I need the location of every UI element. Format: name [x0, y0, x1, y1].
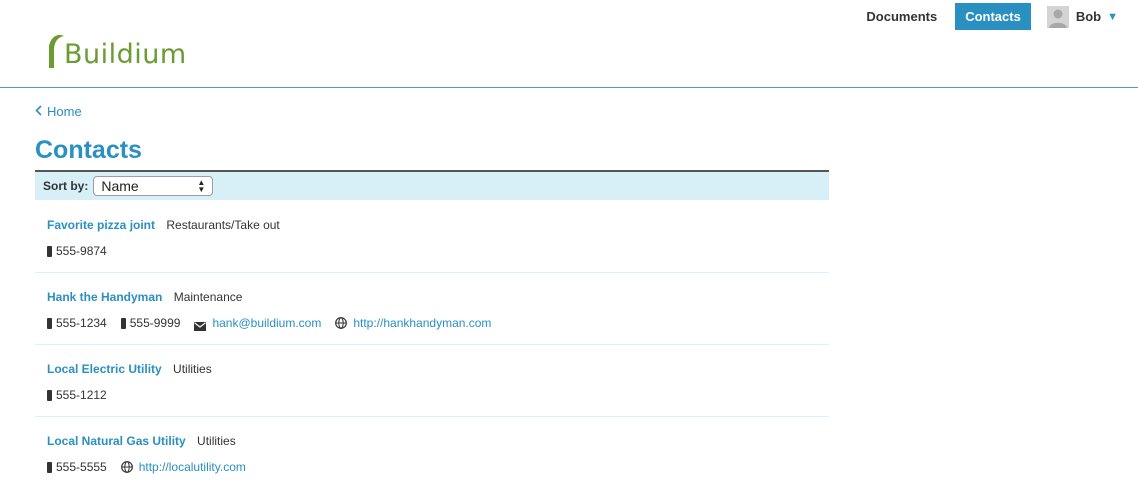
sort-select[interactable]: Name ▲ ▼ — [93, 176, 214, 196]
phone-item: 555-9874 — [47, 243, 107, 259]
buildium-logo[interactable]: Buildium — [44, 24, 187, 68]
contact-item: Hank the Handyman Maintenance 555-1234 5… — [35, 273, 829, 345]
breadcrumb-home[interactable]: Home — [35, 104, 82, 119]
contact-category: Utilities — [197, 434, 236, 448]
contact-item: Local Electric Utility Utilities 555-121… — [35, 345, 829, 417]
top-navigation: Documents Contacts Bob ▼ — [848, 0, 1118, 33]
email-link[interactable]: hank@buildium.com — [194, 315, 321, 331]
caret-down-icon: ▼ — [1107, 10, 1118, 23]
avatar — [1046, 5, 1069, 28]
contact-name-link[interactable]: Local Natural Gas Utility — [47, 434, 186, 448]
phone-icon — [47, 461, 52, 473]
phone-icon — [120, 317, 126, 329]
email-address: hank@buildium.com — [212, 316, 322, 330]
sort-label: Sort by: — [43, 179, 89, 193]
phone-item: 555-1234 — [47, 315, 107, 331]
phone-number: 555-9999 — [129, 316, 181, 330]
chevron-left-icon — [35, 104, 42, 119]
page-title: Contacts — [35, 136, 142, 164]
logo-text: Buildium — [64, 39, 187, 70]
logo-leaf-icon — [44, 24, 64, 68]
website-link[interactable]: http://localutility.com — [120, 459, 246, 475]
phone-item: 555-5555 — [47, 459, 107, 475]
phone-icon — [47, 245, 52, 257]
envelope-icon — [194, 319, 207, 331]
contact-item: Local Natural Gas Utility Utilities 555-… — [35, 417, 829, 489]
sort-selected-value: Name — [101, 178, 139, 194]
phone-number: 555-1212 — [56, 388, 107, 402]
phone-item: 555-1212 — [47, 387, 107, 403]
breadcrumb-home-label: Home — [47, 104, 82, 119]
contact-name-link[interactable]: Local Electric Utility — [47, 362, 162, 376]
website-link[interactable]: http://hankhandyman.com — [335, 315, 491, 331]
globe-icon — [120, 461, 133, 473]
header-divider — [0, 87, 1138, 88]
contact-category: Maintenance — [173, 290, 243, 304]
nav-documents[interactable]: Documents — [856, 3, 947, 30]
nav-contacts[interactable]: Contacts — [955, 3, 1031, 30]
contact-category: Restaurants/Take out — [166, 218, 280, 232]
contact-category: Utilities — [173, 362, 212, 376]
globe-icon — [335, 317, 348, 329]
contact-name-link[interactable]: Favorite pizza joint — [47, 218, 155, 232]
select-arrows-icon: ▲ ▼ — [197, 178, 206, 194]
phone-icon — [47, 389, 52, 401]
phone-number: 555-9874 — [56, 244, 107, 258]
contact-item: Favorite pizza joint Restaurants/Take ou… — [35, 201, 829, 273]
website-url: http://hankhandyman.com — [353, 316, 492, 330]
phone-icon — [47, 317, 52, 329]
user-menu[interactable]: Bob ▼ — [1046, 5, 1118, 28]
contact-name-link[interactable]: Hank the Handyman — [47, 290, 162, 304]
sort-bar: Sort by: Name ▲ ▼ — [35, 170, 829, 200]
website-url: http://localutility.com — [138, 460, 246, 474]
phone-number: 555-1234 — [56, 316, 107, 330]
user-name: Bob — [1075, 9, 1102, 24]
phone-item: 555-9999 — [120, 315, 181, 331]
contact-list: Favorite pizza joint Restaurants/Take ou… — [35, 201, 829, 489]
phone-number: 555-5555 — [56, 460, 107, 474]
